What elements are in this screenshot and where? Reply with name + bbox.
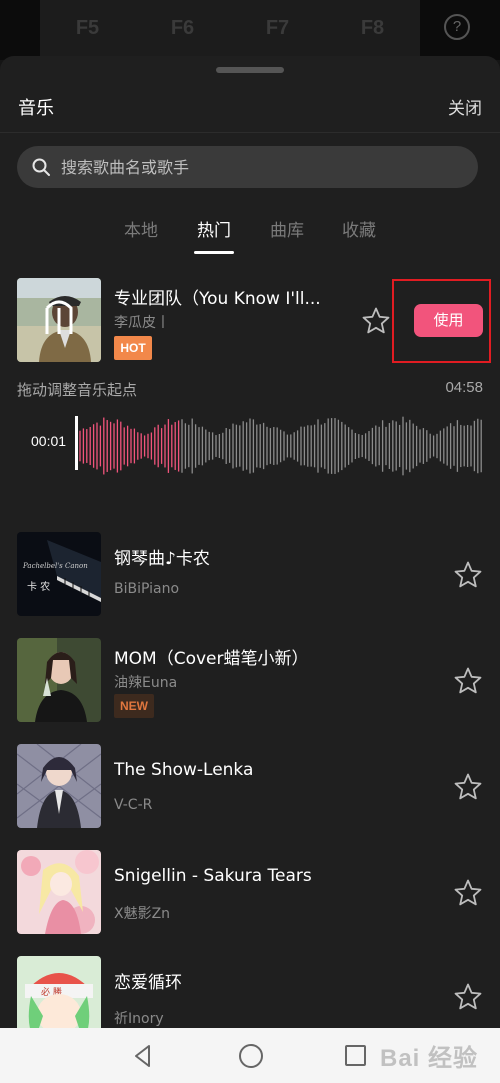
favorite-star-icon[interactable] [361, 306, 391, 336]
function-key-f7[interactable]: F7 [266, 17, 289, 40]
tab-bar: 本地 热门 曲库 收藏 [0, 214, 500, 258]
track-cover [17, 638, 101, 722]
track-artist: 祈Inory [114, 1011, 164, 1027]
question-circle-icon[interactable]: ? [444, 14, 470, 40]
track-artist: BiBiPiano [114, 581, 180, 597]
track-title: The Show-Lenka [114, 760, 254, 780]
tab-hot[interactable]: 热门 [184, 216, 244, 241]
function-key-f6[interactable]: F6 [171, 17, 194, 40]
track-cover [17, 744, 101, 828]
back-icon[interactable] [130, 1043, 156, 1069]
search-input[interactable] [61, 146, 461, 188]
use-button[interactable]: 使用 [414, 304, 483, 337]
system-nav-bar: Bai 经验 [0, 1028, 500, 1083]
search-bar[interactable] [17, 146, 478, 188]
track-artist: 油辣Euna [114, 675, 178, 691]
track-duration: 04:58 [445, 379, 483, 396]
new-badge: NEW [114, 694, 154, 718]
function-key-row: F5 F6 F7 F8 [40, 0, 420, 56]
favorite-star-icon[interactable] [453, 772, 483, 802]
search-icon [32, 158, 50, 176]
music-sheet: 音乐 关闭 本地 热门 曲库 收藏 [0, 56, 500, 1028]
featured-title: 专业团队（You Know I'll... [114, 289, 321, 309]
track-title: Snigellin - Sakura Tears [114, 866, 312, 886]
track-title: MOM（Cover蜡笔小新） [114, 649, 309, 669]
featured-artist: 李瓜皮丨 [114, 315, 170, 331]
cover-caption: 卡 农 [27, 580, 50, 593]
sheet-title: 音乐 [18, 98, 54, 119]
list-item[interactable]: The Show-Lenka V-C-R [0, 744, 500, 832]
playhead-handle[interactable] [75, 416, 78, 470]
favorite-star-icon[interactable] [453, 878, 483, 908]
track-artist: X魅影Zn [114, 906, 171, 922]
function-key-f5[interactable]: F5 [76, 17, 99, 40]
list-item[interactable]: Snigellin - Sakura Tears X魅影Zn [0, 850, 500, 938]
home-icon[interactable] [239, 1044, 263, 1068]
active-tab-indicator [194, 251, 234, 254]
track-cover [17, 850, 101, 934]
track-title: 恋爱循环 [114, 973, 182, 993]
tab-library[interactable]: 曲库 [257, 216, 317, 241]
hot-badge: HOT [114, 336, 152, 360]
editor-top-strip: F5 F6 F7 F8 ? [0, 0, 500, 60]
function-key-f8[interactable]: F8 [361, 17, 384, 40]
watermark: Bai 经验 [379, 1045, 478, 1072]
favorite-star-icon[interactable] [453, 666, 483, 696]
drag-handle[interactable] [216, 67, 284, 73]
featured-track[interactable]: 专业团队（You Know I'll... 李瓜皮丨 HOT 使用 [0, 276, 500, 366]
track-artist: V-C-R [114, 797, 153, 813]
featured-cover [17, 278, 101, 362]
list-item[interactable]: 必 勝 恋爱循环 祈Inory [0, 956, 500, 1028]
svg-text:Pachelbel's Canon: Pachelbel's Canon [22, 562, 88, 570]
seek-hint: 拖动调整音乐起点 [17, 381, 138, 399]
recent-apps-icon[interactable] [345, 1045, 366, 1066]
tab-local[interactable]: 本地 [111, 216, 171, 241]
tab-favorites[interactable]: 收藏 [329, 216, 389, 241]
list-item[interactable]: Pachelbel's Canon 卡 农 钢琴曲♪卡农 BiBiPiano [0, 532, 500, 620]
close-button[interactable]: 关闭 [448, 94, 482, 119]
header-divider [0, 132, 500, 133]
list-item[interactable]: MOM（Cover蜡笔小新） 油辣Euna NEW [0, 638, 500, 726]
track-title: 钢琴曲♪卡农 [114, 549, 210, 569]
favorite-star-icon[interactable] [453, 560, 483, 590]
sheet-header: 音乐 关闭 [0, 86, 500, 132]
track-cover: Pachelbel's Canon 卡 农 [17, 532, 101, 616]
current-time: 00:01 [31, 433, 67, 449]
favorite-star-icon[interactable] [453, 982, 483, 1012]
track-cover: 必 勝 [17, 956, 101, 1028]
